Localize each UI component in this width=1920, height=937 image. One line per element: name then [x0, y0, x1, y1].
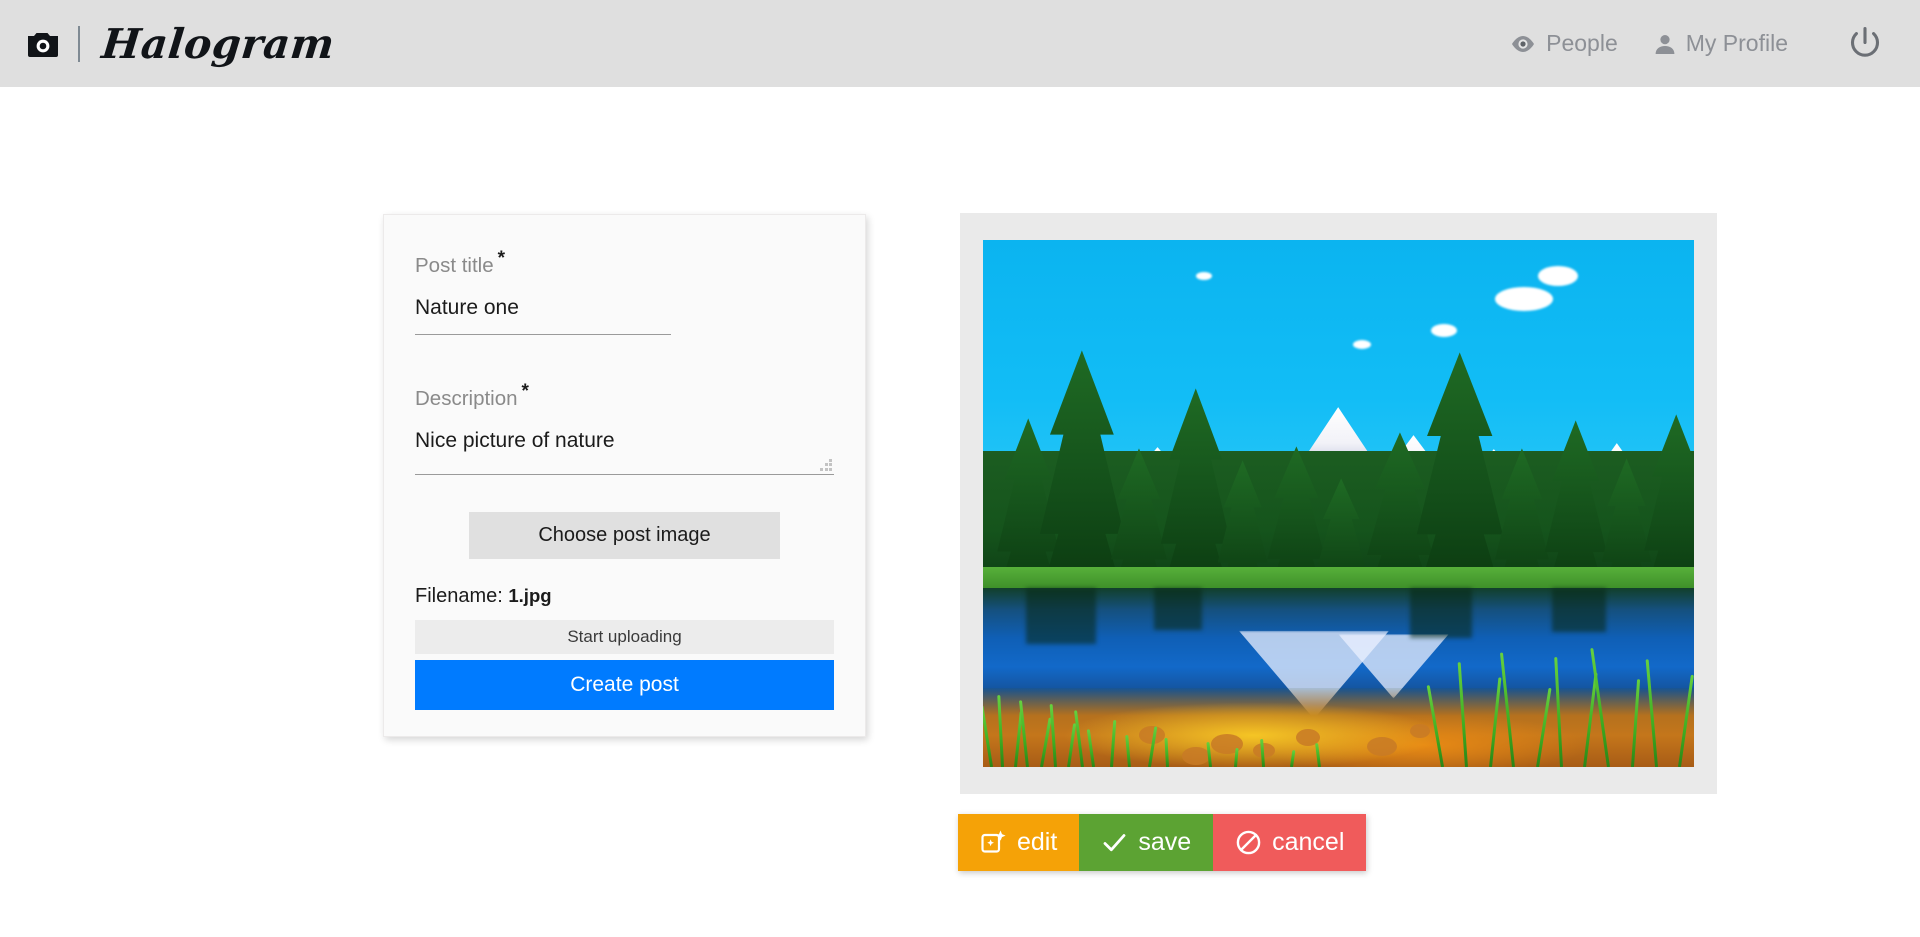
foreground-grass [1196, 724, 1352, 767]
foreground-grass [983, 695, 1097, 767]
choose-image-row: Choose post image [415, 511, 834, 559]
post-image-preview[interactable] [983, 240, 1694, 767]
create-post-button[interactable]: Create post [415, 659, 834, 710]
brand-name: Halogram [99, 19, 337, 68]
edit-button[interactable]: edit [958, 814, 1080, 871]
post-action-bar: edit save cancel [958, 814, 1367, 871]
description-label: Description * [415, 380, 529, 410]
description-textarea[interactable] [415, 428, 834, 475]
save-button-label: save [1138, 828, 1192, 856]
nav-link-my-profile[interactable]: My Profile [1654, 30, 1788, 57]
eye-icon [1510, 34, 1536, 54]
image-preview-panel [960, 213, 1717, 794]
post-title-label: Post title * [415, 248, 506, 277]
evergreen-tree [1039, 350, 1124, 599]
foreground-grass [1427, 642, 1694, 767]
post-title-input[interactable] [415, 295, 671, 335]
tree-layer [983, 314, 1694, 599]
pebble [1366, 737, 1397, 757]
person-icon [1654, 33, 1676, 55]
power-icon[interactable] [1846, 25, 1884, 63]
lake-water [983, 587, 1694, 767]
cancel-button[interactable]: cancel [1213, 814, 1367, 871]
nav-link-people-label: People [1546, 30, 1618, 56]
image-edit-icon [980, 829, 1007, 856]
required-asterisk: * [497, 248, 506, 269]
edit-button-label: edit [1017, 828, 1058, 856]
description-field: Description * [415, 381, 834, 480]
cloud [1196, 271, 1213, 280]
required-asterisk: * [521, 380, 529, 402]
tree-reflection [1409, 587, 1472, 638]
description-textarea-wrap [415, 428, 834, 480]
brand-divider [78, 25, 80, 62]
page-body: Post title* Description* Choo [0, 87, 1920, 937]
brand-logo[interactable]: Halogram [26, 19, 337, 68]
choose-post-image-button[interactable]: Choose post image [469, 511, 780, 559]
check-icon [1101, 829, 1128, 856]
save-button[interactable]: save [1079, 814, 1214, 871]
evergreen-tree [1416, 352, 1503, 599]
nav-link-my-profile-label: My Profile [1685, 30, 1788, 56]
pebble [1409, 724, 1430, 739]
filename-value: 1.jpg [508, 584, 552, 606]
filename-label: Filename: [415, 584, 503, 607]
cancel-button-label: cancel [1272, 828, 1345, 856]
ban-icon [1235, 829, 1262, 856]
top-navbar: Halogram People My Profile [0, 0, 1920, 87]
nav-links: People My Profile [1510, 25, 1884, 63]
camera-icon [26, 29, 60, 59]
tree-reflection [1551, 587, 1606, 632]
foreground-grass [1083, 713, 1183, 767]
nav-link-people[interactable]: People [1510, 30, 1618, 57]
tree-reflection [1153, 587, 1202, 630]
filename-display: Filename: 1.jpg [415, 585, 834, 608]
start-uploading-button[interactable]: Start uploading [415, 619, 834, 654]
tree-reflection [1025, 587, 1096, 644]
create-post-form: Post title* Description* Choo [383, 214, 866, 737]
post-title-field: Post title * [415, 248, 834, 335]
